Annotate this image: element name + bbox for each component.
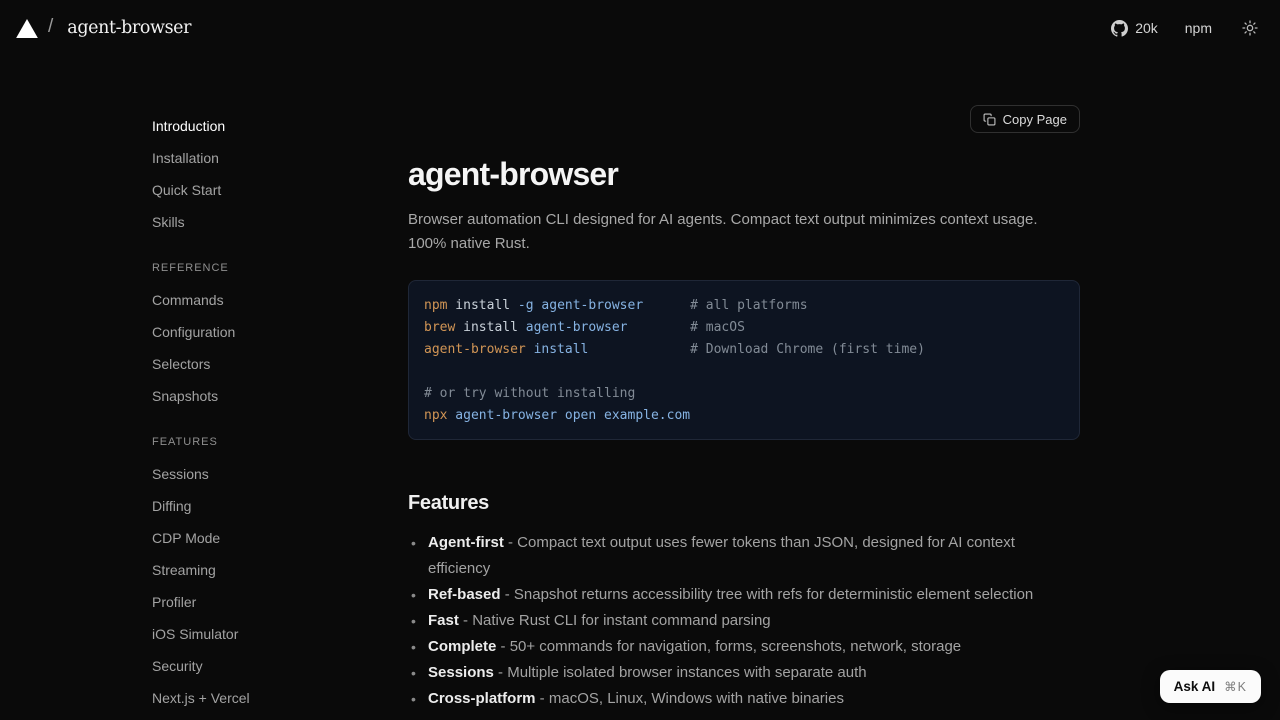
feature-desc: Multiple isolated browser instances with… [507,664,866,681]
sidebar-nav: IntroductionInstallationQuick StartSkill… [152,110,372,714]
sidebar-heading-reference: REFERENCE [152,252,372,284]
ask-ai-label: Ask AI [1174,679,1216,694]
sidebar-item-installation[interactable]: Installation [152,142,372,174]
npm-link[interactable]: npm [1185,20,1212,36]
github-link[interactable]: 20k [1111,20,1158,37]
copy-page-label: Copy Page [1003,112,1067,127]
github-icon [1111,20,1128,37]
feature-term: Complete [428,638,496,655]
header-actions: 20k npm [1111,20,1258,37]
feature-term: Fast [428,612,459,629]
features-heading: Features [408,490,1080,516]
page-title: agent-browser [408,155,1080,194]
feature-desc: Compact text output uses fewer tokens th… [428,534,1015,577]
main-content: Copy Page agent-browser Browser automati… [408,105,1080,712]
header-breadcrumb: / agent-browser [16,17,191,39]
site-title[interactable]: agent-browser [67,18,191,38]
feature-item-cross-platform: Cross-platform - macOS, Linux, Windows w… [408,686,1080,712]
sidebar-item-next-js-vercel[interactable]: Next.js + Vercel [152,682,372,714]
sun-icon [1242,20,1258,36]
sidebar-item-sessions[interactable]: Sessions [152,458,372,490]
sidebar-item-cdp-mode[interactable]: CDP Mode [152,522,372,554]
sidebar-item-streaming[interactable]: Streaming [152,554,372,586]
theme-toggle-button[interactable] [1242,20,1258,36]
site-header: / agent-browser 20k npm [0,0,1280,56]
ask-ai-button[interactable]: Ask AI ⌘K [1160,670,1261,703]
feature-item-ref-based: Ref-based - Snapshot returns accessibili… [408,582,1080,608]
feature-term: Cross-platform [428,690,536,707]
sidebar-item-selectors[interactable]: Selectors [152,348,372,380]
code-line: npx agent-browser open example.com [424,405,1064,427]
sidebar-item-skills[interactable]: Skills [152,206,372,238]
feature-item-sessions: Sessions - Multiple isolated browser ins… [408,660,1080,686]
sidebar-item-configuration[interactable]: Configuration [152,316,372,348]
code-block: npm install -g agent-browser # all platf… [408,280,1080,440]
feature-desc: Native Rust CLI for instant command pars… [472,612,770,629]
feature-item-agent-first: Agent-first - Compact text output uses f… [408,530,1080,582]
feature-item-fast: Fast - Native Rust CLI for instant comma… [408,608,1080,634]
feature-term: Ref-based [428,586,501,603]
command-k-shortcut: ⌘K [1224,679,1247,694]
sidebar-item-security[interactable]: Security [152,650,372,682]
sidebar-item-diffing[interactable]: Diffing [152,490,372,522]
copy-row: Copy Page [408,105,1080,133]
sidebar-item-quick-start[interactable]: Quick Start [152,174,372,206]
code-line: npm install -g agent-browser # all platf… [424,295,1064,317]
code-line: brew install agent-browser # macOS [424,317,1064,339]
sidebar-item-ios-simulator[interactable]: iOS Simulator [152,618,372,650]
feature-desc: 50+ commands for navigation, forms, scre… [510,638,961,655]
code-line [424,361,1064,383]
sidebar-item-profiler[interactable]: Profiler [152,586,372,618]
sidebar-heading-features: FEATURES [152,426,372,458]
code-line: # or try without installing [424,383,1064,405]
sidebar-item-introduction[interactable]: Introduction [152,110,372,142]
features-list: Agent-first - Compact text output uses f… [408,530,1080,712]
feature-item-complete: Complete - 50+ commands for navigation, … [408,634,1080,660]
code-line: agent-browser install # Download Chrome … [424,339,1064,361]
sidebar-item-commands[interactable]: Commands [152,284,372,316]
feature-desc: Snapshot returns accessibility tree with… [514,586,1033,603]
sidebar-item-snapshots[interactable]: Snapshots [152,380,372,412]
copy-icon [983,113,996,126]
github-star-count: 20k [1135,20,1158,36]
feature-term: Agent-first [428,534,504,551]
feature-desc: macOS, Linux, Windows with native binari… [549,690,844,707]
vercel-triangle-icon[interactable] [16,19,38,38]
feature-term: Sessions [428,664,494,681]
breadcrumb-separator: / [48,16,53,38]
copy-page-button[interactable]: Copy Page [970,105,1080,133]
page-subtitle: Browser automation CLI designed for AI a… [408,208,1080,255]
